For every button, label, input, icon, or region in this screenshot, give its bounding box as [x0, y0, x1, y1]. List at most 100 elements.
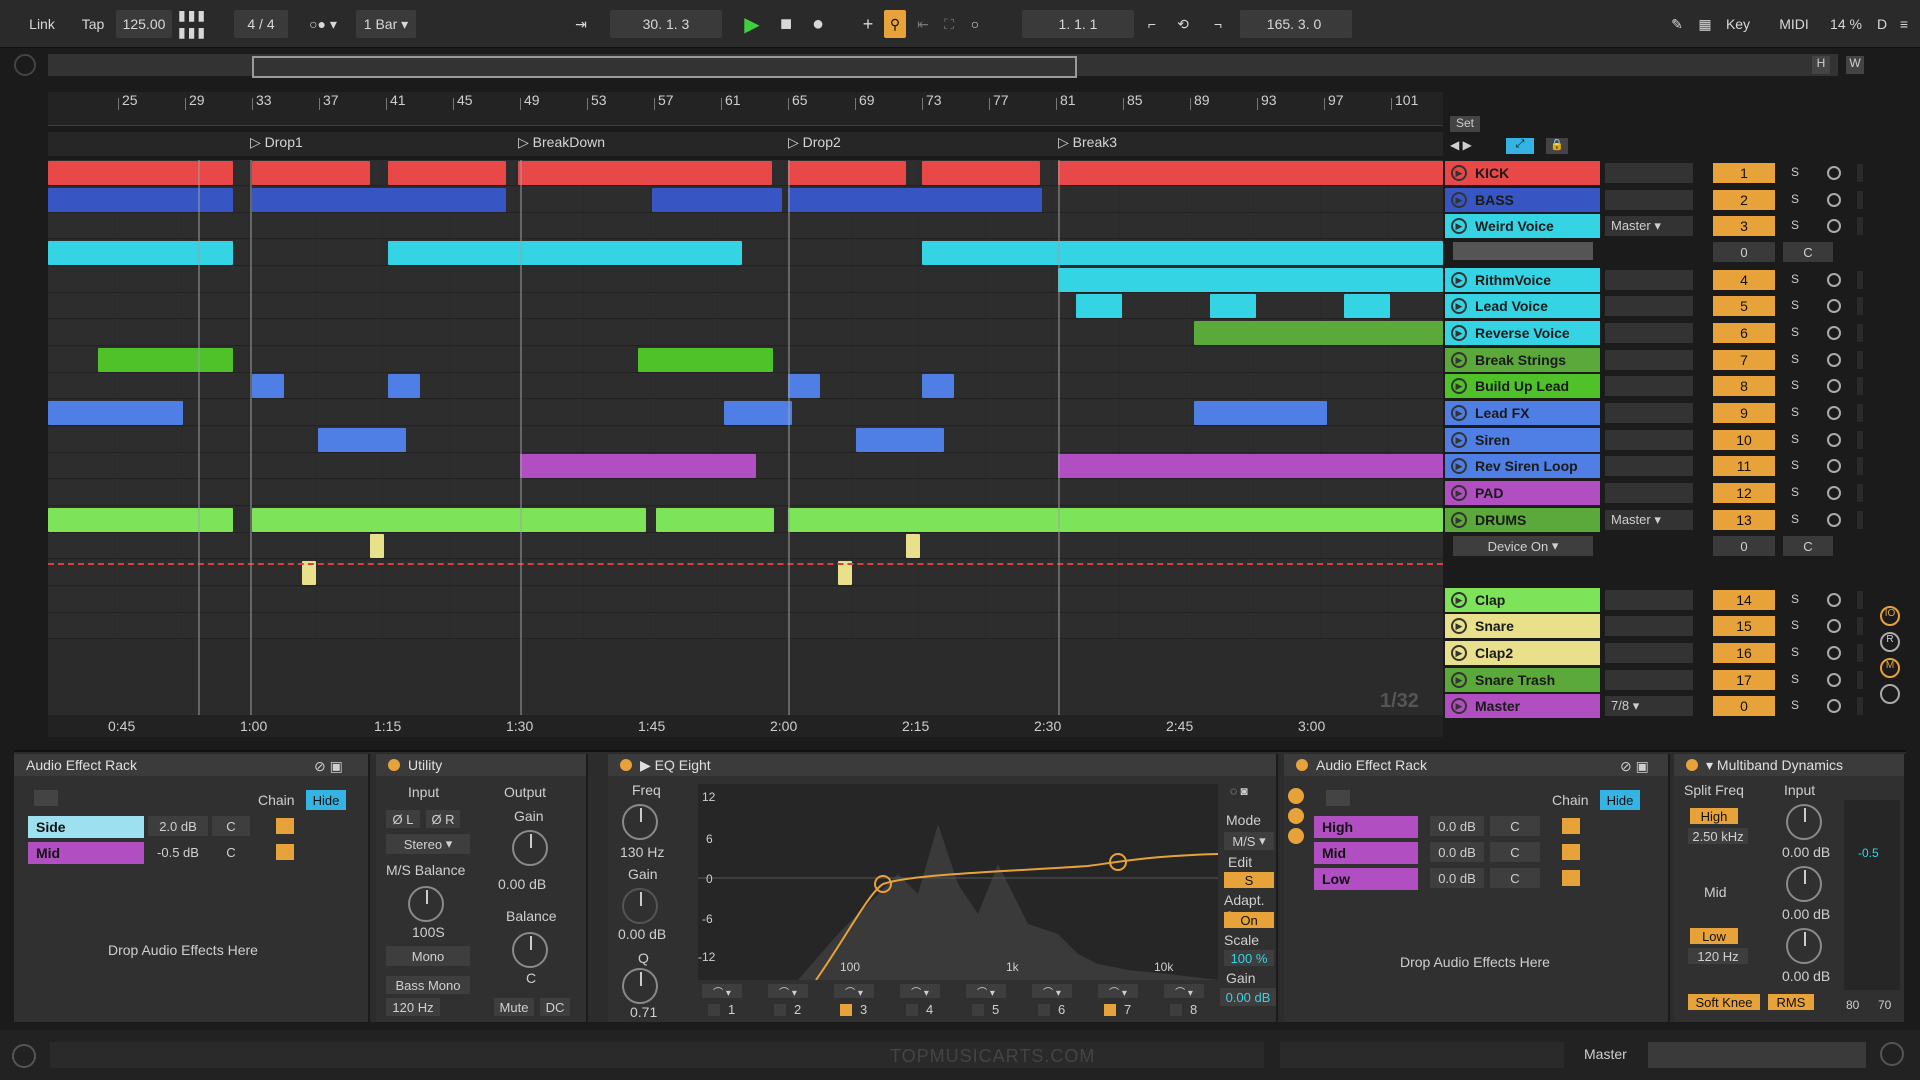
clip[interactable]	[788, 508, 1443, 532]
track-master[interactable]: Master ▶ 7/8 ▾ 0 S	[1443, 693, 1863, 719]
clip[interactable]	[318, 428, 406, 452]
track-output-select[interactable]	[1605, 296, 1693, 316]
eq-band-3[interactable]: ⌒ ▾ 3	[830, 984, 890, 1020]
mb-mid-input-knob[interactable]	[1786, 866, 1822, 902]
track-snare[interactable]: Snare ▶ 15 S	[1443, 613, 1863, 639]
soft-knee-button[interactable]: Soft Knee	[1688, 994, 1760, 1010]
track-clap[interactable]: Clap ▶ 14 S	[1443, 587, 1863, 613]
eq-scale-value[interactable]: 100 %	[1224, 950, 1274, 966]
stop-icon[interactable]: ■	[774, 10, 798, 38]
track-activator-icon[interactable]: ▶	[1451, 618, 1467, 634]
rack1-mid-gain[interactable]: -0.5 dB	[148, 842, 208, 862]
midi-map-button[interactable]: MIDI	[1776, 10, 1812, 38]
track-lane[interactable]	[48, 613, 1443, 639]
track-number[interactable]: 17	[1713, 670, 1775, 690]
arm-button[interactable]	[1827, 593, 1841, 607]
solo-button[interactable]: S	[1791, 405, 1805, 421]
track-lane[interactable]	[48, 427, 1443, 453]
loop-switch-icon[interactable]: ⟲	[1170, 10, 1196, 38]
track-name[interactable]: BASS	[1445, 188, 1600, 212]
track-output-select[interactable]	[1605, 670, 1693, 690]
solo-button[interactable]: S	[1791, 298, 1805, 314]
returns-toggle-icon[interactable]: R	[1880, 632, 1900, 652]
track-name[interactable]: Build Up Lead	[1445, 374, 1600, 398]
rack1-mid-speaker-icon[interactable]	[276, 844, 294, 860]
rack2-low-speaker-icon[interactable]	[1562, 870, 1580, 886]
track-weird-voice[interactable]: Weird Voice ▶ Master ▾ 3 S	[1443, 213, 1863, 239]
mb-low-input-knob[interactable]	[1786, 928, 1822, 964]
clip[interactable]	[1194, 321, 1443, 345]
rms-button[interactable]: RMS	[1768, 994, 1814, 1010]
track-output-select[interactable]	[1605, 376, 1693, 396]
track-pad[interactable]: PAD ▶ 12 S	[1443, 480, 1863, 506]
arm-button[interactable]	[1827, 699, 1841, 713]
eq-display[interactable]	[698, 784, 1219, 981]
track-activator-icon[interactable]: ▶	[1451, 272, 1467, 288]
track-number[interactable]: 0	[1713, 696, 1775, 716]
rack1-side-gain[interactable]: 2.0 dB	[148, 816, 208, 836]
eq-gain-knob[interactable]	[622, 888, 658, 924]
back-to-arrangement-icon[interactable]: ⇤	[912, 10, 934, 38]
eq-mode-select[interactable]: M/S ▾	[1224, 832, 1274, 850]
rack2-chain-button[interactable]: Chain	[1552, 792, 1589, 808]
track-output-select[interactable]: Master ▾	[1605, 216, 1693, 236]
io-toggle-icon[interactable]: IO	[1880, 606, 1900, 626]
clip[interactable]	[656, 508, 774, 532]
mute-button[interactable]: Mute	[494, 998, 534, 1016]
loop-start-field[interactable]: 1. 1. 1	[1022, 10, 1134, 38]
device-on-select[interactable]: Device On ▾	[1453, 536, 1593, 556]
rack1-macro-toggle[interactable]	[34, 790, 58, 806]
dc-button[interactable]: DC	[540, 998, 570, 1016]
utility-title[interactable]: Utility	[376, 754, 586, 776]
record-icon[interactable]: ●	[806, 10, 830, 38]
rack2-hotswap-icon[interactable]: ⊘ ▣	[1620, 758, 1649, 775]
punch-in-icon[interactable]: ⌐	[1140, 10, 1164, 38]
arm-button[interactable]	[1827, 299, 1841, 313]
clip[interactable]	[520, 454, 756, 478]
arm-button[interactable]	[1827, 273, 1841, 287]
solo-button[interactable]: S	[1791, 165, 1805, 181]
track-activator-icon[interactable]: ▶	[1451, 698, 1467, 714]
arm-button[interactable]	[1827, 673, 1841, 687]
arm-button[interactable]	[1827, 459, 1841, 473]
solo-button[interactable]: S	[1791, 618, 1805, 634]
arm-button[interactable]	[1827, 486, 1841, 500]
solo-button[interactable]: S	[1791, 698, 1805, 714]
clip[interactable]	[388, 241, 742, 265]
position-field[interactable]: 30. 1. 3	[610, 10, 722, 38]
track-name[interactable]: Reverse Voice	[1445, 321, 1600, 345]
eq-freq-knob[interactable]	[622, 804, 658, 840]
group-volume-field[interactable]	[1453, 242, 1593, 260]
track-output-select[interactable]	[1605, 323, 1693, 343]
track-number[interactable]: 6	[1713, 323, 1775, 343]
loop-length-field[interactable]: 165. 3. 0	[1240, 10, 1352, 38]
clip[interactable]	[652, 188, 782, 212]
track-activator-icon[interactable]: ▶	[1451, 645, 1467, 661]
menu-icon[interactable]: ≡	[1892, 10, 1916, 38]
clip[interactable]	[252, 508, 646, 532]
clip[interactable]	[638, 348, 773, 372]
quantize-dropdown[interactable]: 1 Bar ▾	[356, 10, 416, 38]
clip[interactable]	[1194, 401, 1327, 425]
clip[interactable]	[388, 374, 420, 398]
track-number[interactable]: 11	[1713, 456, 1775, 476]
solo-button[interactable]: S	[1791, 432, 1805, 448]
tempo-field[interactable]: 125.00	[116, 10, 172, 38]
time-ruler[interactable]: 0:45 1:00 1:15 1:30 1:45 2:00 2:15 2:30 2:45 3:00	[48, 715, 1443, 737]
signature-field[interactable]: 4 / 4	[234, 10, 288, 38]
rack1-hide-button[interactable]: Hide	[306, 790, 346, 810]
computer-keyboard-icon[interactable]: ▦	[1694, 10, 1716, 38]
rack1-mid-pan[interactable]: C	[212, 842, 250, 862]
rack2-chain-mid[interactable]: Mid	[1314, 842, 1418, 864]
rack2-high-speaker-icon[interactable]	[1562, 818, 1580, 834]
zoom-width-button[interactable]: W	[1846, 56, 1864, 74]
clip[interactable]	[518, 161, 772, 185]
bass-mono-freq[interactable]: 120 Hz	[386, 998, 440, 1016]
track-lane[interactable]	[48, 480, 1443, 506]
track-output-select[interactable]	[1605, 616, 1693, 636]
detail-view-toggle-icon[interactable]	[1880, 1042, 1904, 1066]
rack1-chain-button[interactable]: Chain	[258, 792, 295, 808]
mb-high-input-knob[interactable]	[1786, 804, 1822, 840]
track-output-select[interactable]	[1605, 163, 1693, 183]
solo-button[interactable]: S	[1791, 512, 1805, 528]
